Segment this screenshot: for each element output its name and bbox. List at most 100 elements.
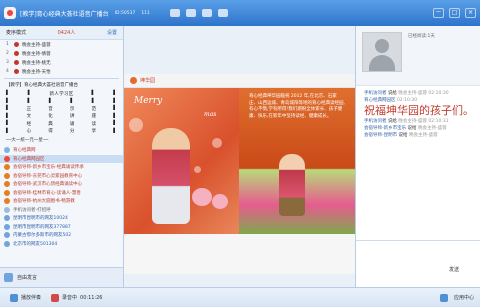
card-photo-left: Merry mas	[124, 88, 239, 234]
user-list-item[interactable]: 会宿导师-武汉市心鸽经典诵读中心	[0, 180, 123, 189]
pig-illustration	[192, 188, 212, 206]
app-logo-icon	[4, 7, 16, 19]
user-icon	[14, 69, 19, 74]
user-icon	[14, 42, 19, 47]
mic-mode-label: 麦序模式	[6, 30, 27, 36]
app-center-icon[interactable]	[439, 293, 448, 302]
user-list-item[interactable]: 昆明市昆明市的网友10024	[0, 214, 123, 223]
toolbar-skin-icon[interactable]	[185, 9, 196, 17]
brand-logo-icon	[130, 77, 137, 84]
record-icon	[51, 293, 60, 302]
channel-row[interactable]: ▌ 文化讲座 ▌	[6, 113, 117, 121]
mic-queue-item[interactable]: 1 晚会主持-盛蓉	[0, 40, 123, 49]
channel-row[interactable]: ▌ 心得分享 ▌	[6, 128, 117, 136]
close-button[interactable]: ×	[465, 8, 476, 18]
left-header: 麦序模式 0424人 设置	[0, 26, 123, 40]
chat-message: 会宿导师-新乡市宝乐 说给 晚会主持-盛蓉	[364, 126, 447, 131]
room-title[interactable]: 【教学】育心经典大荟社语音广播台	[0, 81, 123, 89]
merry-text: Merry	[134, 96, 163, 106]
user-list-item[interactable]: 北京市的网友501304	[0, 240, 123, 249]
pig-illustration	[212, 194, 228, 209]
mic-queue-item[interactable]: 2 晚会主持-倩蓉	[0, 49, 123, 58]
user-list-item[interactable]: 会宿导师-桂林市育心-读诵人-慧善	[0, 189, 123, 198]
left-panel: 麦序模式 0424人 设置 1 晚会主持-盛蓉 2 晚会主持-倩蓉 3 晚会主持-桃无 4 晚…	[0, 26, 124, 287]
user-list-item[interactable]: 会宿导师-东莞市心灵家园教育中心	[0, 172, 123, 181]
mas-text: mas	[204, 111, 217, 118]
play-accompaniment[interactable]: 播放伴奏	[10, 293, 41, 302]
free-speech-label[interactable]: 自由发言	[17, 274, 37, 281]
user-icon	[4, 206, 10, 213]
online-count: 111	[141, 10, 150, 16]
chat-message: 手机访问者 说给 晚会主持-盛蓉 02:10:30	[364, 91, 449, 96]
user-icon	[4, 223, 10, 230]
channel-row[interactable]: ▌ ▌ 新人学习区 ▌ ▌	[6, 90, 117, 98]
card-brand: 坤华园	[140, 78, 156, 84]
child-photo	[279, 154, 305, 216]
right-panel: 已经阅读:1天 手机访问者 说给 晚会主持-盛蓉 02:10:30 育心经典网园…	[355, 26, 480, 287]
mic-queue-item[interactable]: 4 晚会主持-天怡	[0, 67, 123, 76]
title-bar: [教学]育心经典大荟社语音广播台 ID:50537 111 － □ ×	[0, 0, 480, 26]
user-icon	[4, 198, 10, 205]
toolbar-settings-icon[interactable]	[201, 9, 212, 17]
user-icon	[4, 189, 10, 196]
user-icon	[4, 172, 10, 179]
section-label: ──大一统一元一星──	[6, 138, 49, 143]
send-button[interactable]: 发送	[449, 266, 459, 273]
child-photo	[152, 128, 190, 224]
user-list-item[interactable]: 会宿导师-新乡市宝乐-经典诵读传承	[0, 163, 123, 172]
big-chat-message: 祝福坤华园的孩子们。	[364, 104, 474, 117]
toolbar-game-icon[interactable]	[217, 9, 228, 17]
chat-message: 会宿导师-昆明市 说给 晚会主持-盛蓉	[364, 133, 438, 138]
greeting-text: 育心经典坤华园临祝 2012 年,在北京、石家庄、山西运城、青岛城阳等地的育心经…	[249, 94, 345, 119]
chat-message: 育心经典网园区 02:10:30	[364, 98, 418, 103]
toolbar-message-icon[interactable]	[169, 9, 180, 17]
minimize-button[interactable]: －	[433, 8, 444, 18]
user-list-item[interactable]: 会宿导师-杭州大圆图书-畅游教	[0, 197, 123, 206]
user-icon	[14, 60, 19, 65]
user-icon	[4, 164, 10, 171]
user-icon	[14, 51, 19, 56]
profile-area: 已经阅读:1天	[356, 26, 480, 86]
left-footer: 自由发言	[0, 267, 123, 287]
room-id: ID:50537	[114, 10, 136, 16]
window-title: [教学]育心经典大荟社语音广播台	[20, 10, 109, 18]
user-icon	[4, 240, 10, 247]
user-list-item[interactable]: 昆明市昆明市的网友377887	[0, 223, 123, 232]
channel-grid: ▌ ▌ 新人学习区 ▌ ▌ ▌ ▌ ▌ ▌ ▌ ▌ ▌ 正音示范 ▌ ▌ 文化讲座 ▌ ▌ 经典诵读 ▌ ▌ 心得分享 ▌	[0, 89, 123, 136]
mic-queue-item[interactable]: 3 晚会主持-桃无	[0, 58, 123, 67]
channel-row[interactable]: ▌ 经典诵读 ▌	[6, 120, 117, 128]
chat-message: 手机访问者 说给 晚会主持-盛蓉 02:10:31	[364, 119, 449, 124]
mic-icon[interactable]	[4, 273, 13, 282]
settings-link[interactable]: 设置	[107, 29, 117, 36]
user-list: 育心经典网 育心经典网园区 会宿导师-新乡市宝乐-经典诵读传承 会宿导师-东莞市心灵家…	[0, 146, 123, 248]
user-icon	[4, 215, 10, 222]
user-icon	[4, 147, 10, 154]
user-list-item[interactable]: 育心经典网	[0, 146, 123, 155]
channel-row[interactable]: ▌ ▌ ▌ ▌ ▌ ▌	[6, 98, 117, 106]
mic-queue: 1 晚会主持-盛蓉 2 晚会主持-倩蓉 3 晚会主持-桃无 4 晚会主持-天怡	[0, 40, 123, 76]
chat-area: 手机访问者 说给 晚会主持-盛蓉 02:10:30 育心经典网园区 02:10:…	[356, 86, 480, 139]
divider	[4, 78, 119, 79]
user-list-item[interactable]: 手机访问者-打招呼	[0, 206, 123, 215]
card-photo-right: 育心经典坤华园临祝 2012 年,在北京、石家庄、山西运城、青岛城阳等地的育心经…	[239, 88, 355, 234]
user-list-item[interactable]: 内蒙古鄂尔多斯市的网友502	[0, 231, 123, 240]
user-icon	[4, 232, 10, 239]
avatar[interactable]	[362, 32, 402, 72]
channel-row[interactable]: ▌ 正音示范 ▌	[6, 105, 117, 113]
user-icon	[4, 181, 10, 188]
card-footer	[124, 234, 355, 274]
music-icon	[10, 293, 18, 302]
app-window: [教学]育心经典大荟社语音广播台 ID:50537 111 － □ × 麦序模式…	[0, 0, 480, 307]
profile-info: 已经阅读:1天	[408, 32, 435, 79]
card-header: 坤华园	[124, 74, 355, 88]
chat-input[interactable]: 发送	[356, 240, 480, 287]
recording[interactable]: 录音中 00:11:26	[51, 293, 103, 302]
greeting-card: 坤华园 Merry mas 育心经典坤华园临祝 2012 年,在北京、石家庄、山…	[124, 74, 355, 274]
record-time: 00:11:26	[80, 294, 103, 301]
member-count: 0424人	[57, 30, 76, 36]
user-list-item[interactable]: 育心经典网园区	[0, 154, 123, 163]
user-icon	[4, 155, 10, 162]
center-panel: 坤华园 Merry mas 育心经典坤华园临祝 2012 年,在北京、石家庄、山…	[124, 26, 355, 287]
maximize-button[interactable]: □	[449, 8, 460, 18]
app-center-label[interactable]: 应用中心	[454, 294, 474, 301]
